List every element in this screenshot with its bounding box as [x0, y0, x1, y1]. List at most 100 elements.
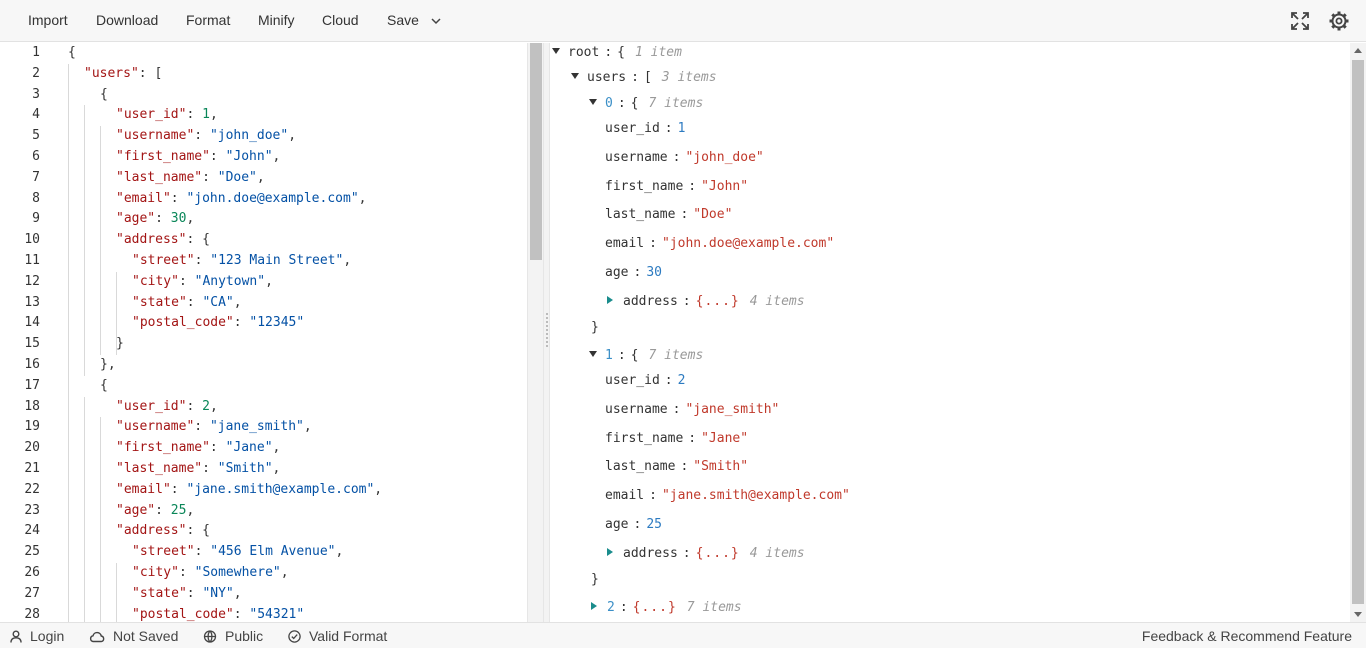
format-button[interactable]: Format — [186, 0, 230, 42]
tree-field-user_id[interactable]: user_id:2 — [605, 370, 685, 392]
tree-field-age[interactable]: age:30 — [605, 262, 662, 284]
code-line[interactable]: "age": 30, — [116, 209, 194, 230]
tree-scrollbar[interactable] — [1350, 43, 1366, 622]
tree-field-username[interactable]: username: "jane_smith" — [605, 399, 779, 421]
line-number: 9 — [32, 211, 40, 227]
code-line[interactable]: "address": { — [116, 521, 210, 542]
json-string-value: "Somewhere" — [194, 565, 281, 580]
tree-node-user-0[interactable]: 0: {7 items — [589, 93, 703, 115]
field-key: email — [605, 488, 645, 504]
tree-field-email[interactable]: email: "john.doe@example.com" — [605, 233, 834, 255]
code-line[interactable]: "username": "john_doe", — [116, 126, 296, 147]
code-punctuation: , — [288, 128, 297, 144]
caret-down-icon[interactable] — [571, 73, 579, 79]
code-line[interactable]: "first_name": "Jane", — [116, 438, 280, 459]
code-area[interactable]: {"users": [{"user_id": 1, "username": "jo… — [68, 43, 527, 622]
code-line[interactable]: "street": "456 Elm Avenue", — [132, 542, 343, 563]
open-brace: { — [617, 45, 625, 60]
code-punctuation: , — [209, 107, 218, 123]
open-brace: { — [630, 96, 639, 111]
code-line[interactable]: "city": "Anytown", — [132, 272, 273, 293]
feedback-link[interactable]: Feedback & Recommend Feature — [1142, 623, 1352, 648]
code-line[interactable]: "postal_code": "54321" — [132, 605, 304, 622]
code-line[interactable]: "first_name": "John", — [116, 147, 280, 168]
code-line[interactable]: }, — [100, 355, 116, 376]
code-line[interactable]: "state": "CA", — [132, 293, 242, 314]
tree-view[interactable]: root: {1 item users: [3 items 0: {7 items user… — [550, 43, 1350, 622]
code-editor[interactable]: 1 2 3 4 5 6 7 8 9 10 11 12 13 14 15 16 17 18 19 20 21 22 23 24 2… — [0, 43, 543, 622]
caret-down-icon[interactable] — [589, 99, 597, 105]
tree-field-age[interactable]: age:25 — [605, 514, 662, 536]
code-line[interactable]: "age": 25, — [116, 501, 194, 522]
tree-field-user_id[interactable]: user_id:1 — [605, 118, 685, 140]
pane-splitter[interactable] — [543, 43, 550, 622]
tree-node-user-1[interactable]: 1: {7 items — [589, 345, 703, 367]
minify-button[interactable]: Minify — [258, 0, 295, 42]
code-punctuation: : — [170, 190, 187, 206]
json-number-value: 25 — [170, 502, 187, 518]
tree-node-users[interactable]: users: [3 items — [571, 67, 717, 89]
json-key: "first_name" — [116, 440, 210, 456]
code-line[interactable]: "users": [ — [84, 64, 162, 85]
tree-field-last_name[interactable]: last_name: "Doe" — [605, 204, 732, 226]
code-line[interactable]: "email": "john.doe@example.com", — [116, 189, 366, 210]
code-line[interactable]: "user_id": 2, — [116, 397, 218, 418]
caret-right-icon[interactable] — [591, 602, 597, 610]
code-line[interactable]: { — [68, 43, 76, 64]
code-line[interactable]: "email": "jane.smith@example.com", — [116, 480, 382, 501]
tree-node-address[interactable]: address: {...} 4 items — [607, 291, 805, 313]
line-number: 10 — [24, 232, 40, 248]
caret-right-icon[interactable] — [607, 295, 613, 304]
code-line[interactable]: "address": { — [116, 230, 210, 251]
tree-field-last_name[interactable]: last_name: "Smith" — [605, 456, 748, 478]
json-key: "state" — [132, 294, 187, 310]
code-punctuation: : — [186, 107, 203, 123]
caret-down-icon[interactable] — [552, 48, 560, 54]
code-line[interactable]: { — [100, 376, 108, 397]
save-dropdown-button[interactable]: Save — [387, 0, 441, 42]
node-index: 1 — [605, 348, 613, 363]
code-line[interactable]: "last_name": "Smith", — [116, 459, 280, 480]
tree-field-email[interactable]: email: "jane.smith@example.com" — [605, 485, 850, 507]
download-button[interactable]: Download — [96, 0, 158, 42]
code-line[interactable]: { — [100, 85, 108, 106]
splitter-grip-icon — [546, 313, 548, 349]
cloud-button[interactable]: Cloud — [322, 0, 359, 42]
code-line[interactable]: "street": "123 Main Street", — [132, 251, 351, 272]
indent-guide — [116, 563, 117, 622]
tree-node-root[interactable]: root: {1 item — [552, 43, 682, 64]
tree-scrollbar-thumb[interactable] — [1352, 60, 1364, 604]
code-line[interactable]: "city": "Somewhere", — [132, 563, 289, 584]
caret-right-icon[interactable] — [607, 547, 613, 556]
code-punctuation: : — [202, 169, 218, 185]
tree-node-user-2[interactable]: 2: {...} 7 items — [591, 597, 742, 619]
editor-scrollbar[interactable] — [527, 43, 543, 622]
editor-scrollbar-thumb[interactable] — [530, 43, 542, 260]
save-status-label: Not Saved — [113, 628, 179, 644]
visibility-toggle[interactable]: Public — [203, 623, 263, 648]
tree-field-first_name[interactable]: first_name: "John" — [605, 176, 748, 198]
close-brace-text: } — [591, 319, 599, 335]
code-line[interactable]: "user_id": 1, — [116, 105, 218, 126]
gear-icon[interactable] — [1328, 10, 1350, 32]
tree-node-address[interactable]: address: {...} 4 items — [607, 543, 805, 565]
tree-field-first_name[interactable]: first_name: "Jane" — [605, 428, 748, 450]
code-line[interactable]: "postal_code": "12345" — [132, 313, 304, 334]
code-line[interactable]: "state": "NY", — [132, 584, 242, 605]
scroll-down-icon[interactable] — [1354, 612, 1362, 617]
import-button[interactable]: Import — [28, 0, 68, 42]
code-line[interactable]: } — [116, 334, 124, 355]
node-index: 2 — [607, 600, 615, 615]
code-line[interactable]: "last_name": "Doe", — [116, 168, 265, 189]
login-button[interactable]: Login — [10, 623, 64, 648]
line-number: 17 — [24, 377, 40, 393]
field-key: email — [605, 236, 645, 252]
caret-down-icon[interactable] — [589, 351, 597, 357]
scroll-up-icon[interactable] — [1354, 48, 1362, 53]
fullscreen-icon[interactable] — [1289, 10, 1311, 32]
code-line[interactable]: "username": "jane_smith", — [116, 417, 312, 438]
key-separator: : — [617, 348, 626, 363]
tree-field-username[interactable]: username: "john_doe" — [605, 147, 764, 169]
collapsed-object: {...} — [632, 600, 677, 615]
code-punctuation: : — [186, 585, 203, 601]
